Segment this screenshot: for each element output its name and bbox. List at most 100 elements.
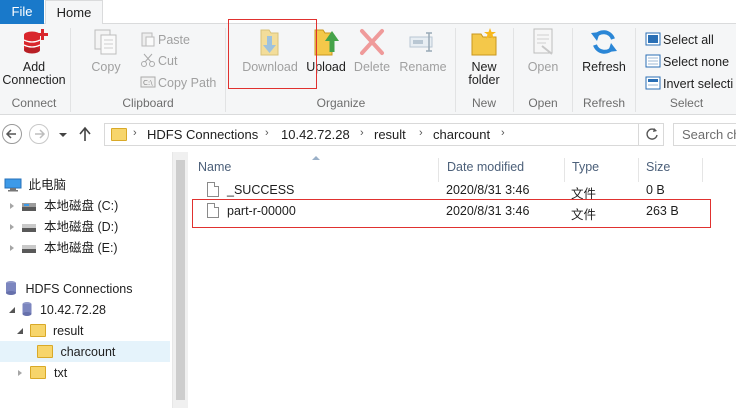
file-date: 2020/8/31 3:46 bbox=[446, 183, 530, 197]
refresh-label: Refresh bbox=[582, 60, 626, 74]
expand-arrow-icon[interactable] bbox=[8, 244, 16, 252]
delete-icon bbox=[360, 29, 384, 55]
paste-label: Paste bbox=[158, 33, 190, 47]
tree-item-result[interactable]: result bbox=[16, 321, 84, 342]
database-icon bbox=[22, 302, 32, 316]
file-name: _SUCCESS bbox=[227, 183, 295, 197]
folder-icon bbox=[30, 366, 47, 379]
forward-button[interactable] bbox=[29, 124, 49, 144]
arrow-right-icon bbox=[35, 129, 46, 139]
clipboard-group: Copy Paste Cut C:\ Copy Path Clipboard bbox=[72, 26, 224, 113]
breadcrumb-charcount[interactable]: charcount bbox=[433, 127, 490, 142]
column-header-type[interactable]: Type bbox=[572, 160, 599, 178]
svg-text:C:\: C:\ bbox=[143, 79, 153, 87]
folder-icon bbox=[30, 324, 47, 337]
delete-label: Delete bbox=[353, 60, 391, 74]
tree-scrollbar[interactable] bbox=[172, 152, 188, 408]
tree-label: result bbox=[52, 324, 84, 338]
drive-icon bbox=[22, 224, 37, 232]
tree-item-drive-d[interactable]: 本地磁盘 (D:) bbox=[8, 217, 118, 238]
open-label: Open bbox=[527, 60, 559, 74]
select-group: Select all Select none Invert selecti Se… bbox=[637, 26, 736, 113]
rename-button[interactable]: Rename bbox=[395, 26, 451, 74]
scrollbar-thumb[interactable] bbox=[176, 160, 185, 400]
cut-button[interactable]: Cut bbox=[140, 51, 177, 71]
refresh-button[interactable]: Refresh bbox=[578, 26, 630, 74]
tree-label: 此电脑 bbox=[28, 178, 66, 192]
collapse-arrow-icon[interactable] bbox=[16, 327, 24, 335]
invert-selection-icon bbox=[645, 76, 661, 90]
column-divider[interactable] bbox=[638, 158, 639, 182]
paste-button[interactable]: Paste bbox=[140, 30, 190, 50]
file-row-highlight-box bbox=[192, 199, 711, 228]
paste-icon bbox=[141, 32, 155, 47]
group-divider bbox=[70, 28, 71, 112]
new-group: New folder New bbox=[457, 26, 511, 113]
address-bar[interactable]: › HDFS Connections › 10.42.72.28 › resul… bbox=[104, 123, 664, 146]
expand-arrow-icon[interactable] bbox=[16, 369, 24, 377]
search-input[interactable]: Search ch bbox=[673, 123, 736, 146]
tree-item-hdfs-connections[interactable]: HDFS Connections bbox=[4, 279, 132, 300]
new-folder-button[interactable]: New folder bbox=[460, 26, 508, 87]
select-none-label: Select none bbox=[663, 55, 730, 69]
tree-item-host[interactable]: 10.42.72.28 bbox=[8, 300, 106, 321]
tree-item-drive-c[interactable]: 本地磁盘 (C:) bbox=[8, 196, 118, 217]
connect-group: Add Connection Connect bbox=[0, 26, 68, 113]
copy-icon bbox=[94, 29, 117, 55]
sort-ascending-icon bbox=[312, 156, 320, 160]
rename-icon bbox=[409, 32, 433, 52]
new-group-label: New bbox=[471, 96, 496, 110]
tree-item-drive-e[interactable]: 本地磁盘 (E:) bbox=[8, 238, 118, 259]
column-header-size[interactable]: Size bbox=[646, 160, 670, 178]
breadcrumb-hdfs-connections[interactable]: HDFS Connections bbox=[147, 127, 258, 142]
up-arrow-icon[interactable] bbox=[78, 126, 92, 142]
navigation-tree: 此电脑 本地磁盘 (C:) 本地磁盘 (D:) 本地磁盘 (E:) HDFS C… bbox=[0, 152, 172, 408]
computer-icon bbox=[4, 178, 22, 192]
column-header-name[interactable]: Name bbox=[198, 160, 231, 178]
breadcrumb-result[interactable]: result bbox=[374, 127, 406, 142]
delete-button[interactable]: Delete bbox=[349, 26, 395, 74]
tab-home[interactable]: Home bbox=[45, 0, 103, 25]
tree-item-this-pc[interactable]: 此电脑 bbox=[4, 175, 66, 196]
drive-icon bbox=[22, 203, 37, 211]
collapse-arrow-icon[interactable] bbox=[8, 306, 16, 314]
column-divider[interactable] bbox=[564, 158, 565, 182]
database-add-icon bbox=[23, 29, 48, 54]
drive-icon bbox=[22, 245, 37, 253]
open-group-label: Open bbox=[528, 96, 558, 110]
breadcrumb-separator-icon: › bbox=[360, 127, 364, 139]
tree-item-txt[interactable]: txt bbox=[16, 363, 67, 384]
invert-selection-button[interactable]: Invert selecti bbox=[645, 74, 733, 94]
tab-file[interactable]: File bbox=[0, 0, 44, 24]
column-divider[interactable] bbox=[702, 158, 703, 182]
breadcrumb-host[interactable]: 10.42.72.28 bbox=[281, 127, 350, 142]
tree-label: 本地磁盘 (D:) bbox=[43, 220, 119, 234]
select-none-icon bbox=[645, 54, 661, 68]
column-divider[interactable] bbox=[438, 158, 439, 182]
expand-arrow-icon[interactable] bbox=[8, 223, 16, 231]
group-divider bbox=[513, 28, 514, 112]
tree-item-charcount[interactable]: charcount bbox=[0, 341, 170, 362]
navigation-bar: › HDFS Connections › 10.42.72.28 › resul… bbox=[0, 116, 736, 152]
new-folder-icon bbox=[471, 28, 497, 56]
recent-locations-chevron-icon[interactable] bbox=[58, 131, 68, 139]
clipboard-group-label: Clipboard bbox=[122, 96, 174, 110]
copy-path-button[interactable]: C:\ Copy Path bbox=[140, 73, 216, 93]
refresh-small-icon bbox=[646, 128, 658, 140]
folder-icon bbox=[111, 128, 127, 141]
select-all-button[interactable]: Select all bbox=[645, 30, 714, 50]
copy-button[interactable]: Copy bbox=[86, 26, 126, 74]
select-none-button[interactable]: Select none bbox=[645, 52, 729, 72]
column-header-date-modified[interactable]: Date modified bbox=[447, 160, 524, 178]
expand-arrow-icon[interactable] bbox=[8, 202, 16, 210]
open-button[interactable]: Open bbox=[519, 26, 567, 74]
file-row[interactable]: _SUCCESS 2020/8/31 3:46 文件 0 B bbox=[190, 180, 736, 201]
tree-label: 本地磁盘 (E:) bbox=[43, 241, 118, 255]
address-refresh-button[interactable] bbox=[638, 123, 664, 146]
add-connection-button[interactable]: Add Connection bbox=[2, 26, 66, 87]
copy-path-label: Copy Path bbox=[158, 76, 217, 90]
tree-label: txt bbox=[53, 366, 68, 380]
refresh-group: Refresh Refresh bbox=[574, 26, 634, 113]
back-button[interactable] bbox=[2, 124, 22, 144]
ribbon: Add Connection Connect Copy Paste Cut C:… bbox=[0, 19, 736, 115]
